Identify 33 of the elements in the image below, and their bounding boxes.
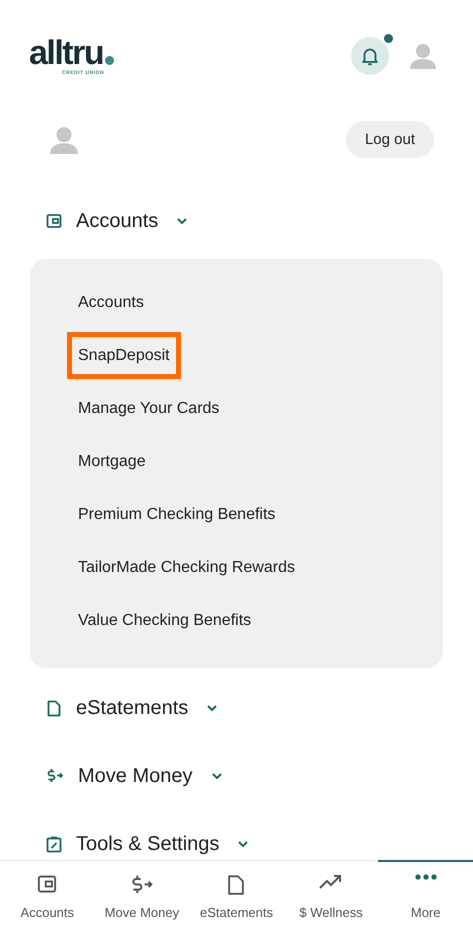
tab-bar-item[interactable]: Accounts [0, 860, 95, 950]
menu-section-header[interactable]: Accounts [0, 203, 188, 239]
chevron-down-icon [206, 704, 218, 712]
wallet-icon [36, 874, 58, 894]
logo-dot-icon [105, 56, 114, 65]
money-transfer-icon [130, 874, 154, 896]
wallet-icon [46, 213, 62, 229]
submenu-link[interactable]: TailorMade Checking Rewards [73, 549, 300, 586]
submenu-link[interactable]: Accounts [73, 284, 149, 321]
submenu-link[interactable]: Manage Your Cards [73, 390, 224, 427]
submenu-link[interactable]: Premium Checking Benefits [73, 496, 280, 533]
tab-bar-item[interactable]: $ Wellness [284, 860, 378, 950]
logo-wordmark: alltru [29, 36, 104, 70]
submenu-link[interactable]: SnapDeposit [67, 332, 181, 379]
trend-up-icon [319, 874, 344, 890]
document-icon [226, 874, 246, 896]
menu-section-header[interactable]: eStatements [0, 690, 218, 726]
submenu-link[interactable]: Value Checking Benefits [73, 602, 256, 639]
avatar-icon [49, 126, 79, 154]
chevron-down-icon [176, 217, 188, 225]
chevron-down-icon [237, 840, 250, 848]
logout-button[interactable]: Log out [346, 121, 434, 158]
tab-bar-item[interactable]: More [378, 860, 473, 950]
clipboard-edit-icon [46, 836, 62, 852]
more-icon [414, 874, 437, 880]
tab-bar-item[interactable]: Move Money [94, 860, 190, 950]
document-icon [46, 700, 62, 716]
money-transfer-icon [46, 768, 64, 784]
menu-section-header[interactable]: Move Money [0, 758, 222, 794]
submenu-link[interactable]: Mortgage [73, 443, 151, 480]
tab-bar-item[interactable]: eStatements [189, 860, 284, 950]
chevron-down-icon [210, 772, 222, 780]
menu-section-header[interactable]: Tools & Settings [0, 826, 250, 862]
